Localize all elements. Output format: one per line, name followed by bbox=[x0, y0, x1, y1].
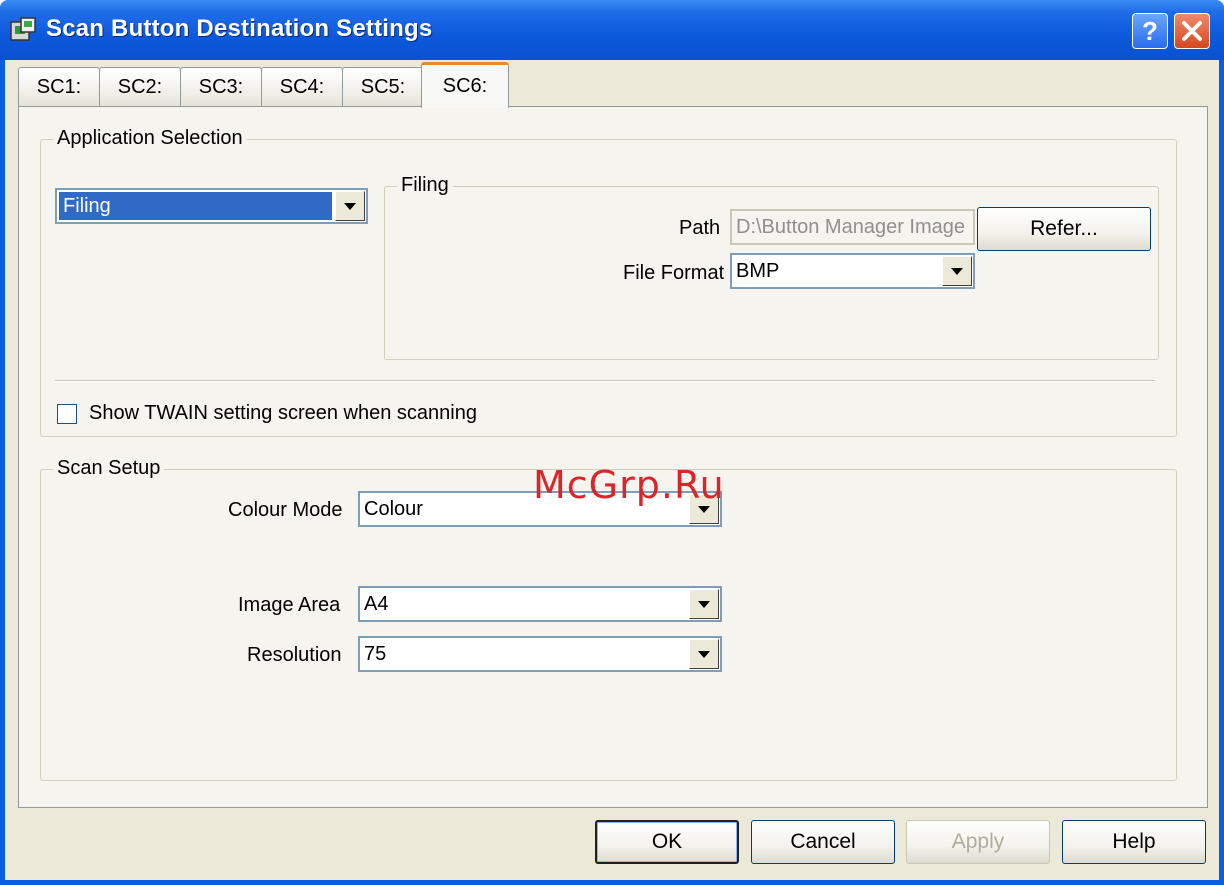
scan-setup-label: Scan Setup bbox=[53, 457, 165, 480]
image-area-dropdown[interactable]: A4 bbox=[358, 586, 722, 622]
help-button[interactable]: Help bbox=[1062, 820, 1206, 864]
application-selection-label: Application Selection bbox=[53, 127, 247, 150]
filing-group-label: Filing bbox=[397, 174, 453, 197]
chevron-down-icon bbox=[951, 267, 963, 275]
file-format-label: File Format bbox=[623, 262, 725, 284]
dialog-window: Scan Button Destination Settings ? SC1: … bbox=[0, 0, 1224, 885]
window-title: Scan Button Destination Settings bbox=[46, 15, 433, 42]
chevron-down-icon bbox=[698, 650, 710, 658]
path-label: Path bbox=[679, 217, 721, 239]
tab-sc1[interactable]: SC1: bbox=[18, 67, 100, 107]
image-area-value: A4 bbox=[364, 593, 389, 615]
watermark-text: McGrp.Ru bbox=[533, 463, 725, 507]
title-bar[interactable]: Scan Button Destination Settings ? bbox=[0, 0, 1224, 60]
resolution-label: Resolution bbox=[247, 644, 342, 666]
colour-mode-label: Colour Mode bbox=[228, 499, 343, 521]
application-selection-group: Application Selection Filing Filing Path… bbox=[40, 127, 1177, 437]
chevron-down-icon bbox=[698, 600, 710, 608]
show-twain-checkbox[interactable] bbox=[57, 404, 77, 424]
file-format-dropdown[interactable]: BMP bbox=[730, 253, 975, 289]
tab-sc2[interactable]: SC2: bbox=[99, 67, 181, 107]
resolution-value: 75 bbox=[364, 643, 387, 665]
tab-sc3[interactable]: SC3: bbox=[180, 67, 262, 107]
tab-sc4[interactable]: SC4: bbox=[261, 67, 343, 107]
show-twain-label[interactable]: Show TWAIN setting screen when scanning bbox=[89, 402, 477, 425]
help-title-button[interactable]: ? bbox=[1132, 13, 1168, 49]
resolution-dropdown[interactable]: 75 bbox=[358, 636, 722, 672]
dialog-client-area: SC1: SC2: SC3: SC4: SC5: SC6: Applicatio… bbox=[5, 60, 1219, 880]
path-field: D:\Button Manager Image bbox=[730, 209, 975, 245]
colour-mode-value: Colour bbox=[364, 498, 423, 520]
tab-sc6[interactable]: SC6: bbox=[421, 62, 509, 108]
resolution-dropdown-arrow[interactable] bbox=[689, 639, 719, 669]
chevron-down-icon bbox=[344, 202, 356, 210]
filing-group: Filing Path D:\Button Manager Image Refe… bbox=[384, 174, 1159, 360]
scanner-app-icon bbox=[10, 17, 36, 41]
file-format-dropdown-arrow[interactable] bbox=[942, 256, 972, 286]
cancel-button[interactable]: Cancel bbox=[751, 820, 895, 864]
scan-setup-group: Scan Setup Colour Mode Colour Image Area… bbox=[40, 457, 1177, 781]
close-icon bbox=[1182, 21, 1202, 41]
image-area-label: Image Area bbox=[238, 594, 341, 616]
tab-sc5[interactable]: SC5: bbox=[342, 67, 424, 107]
file-format-value: BMP bbox=[736, 260, 780, 282]
application-dropdown-arrow[interactable] bbox=[335, 191, 365, 221]
ok-button[interactable]: OK bbox=[595, 820, 739, 864]
close-button[interactable] bbox=[1174, 13, 1210, 49]
application-dropdown[interactable]: Filing bbox=[55, 188, 368, 224]
application-dropdown-value: Filing bbox=[58, 191, 333, 221]
image-area-dropdown-arrow[interactable] bbox=[689, 589, 719, 619]
tab-panel: Application Selection Filing Filing Path… bbox=[18, 106, 1208, 808]
separator-line bbox=[55, 380, 1155, 382]
refer-button[interactable]: Refer... bbox=[977, 207, 1151, 251]
apply-button: Apply bbox=[906, 820, 1050, 864]
